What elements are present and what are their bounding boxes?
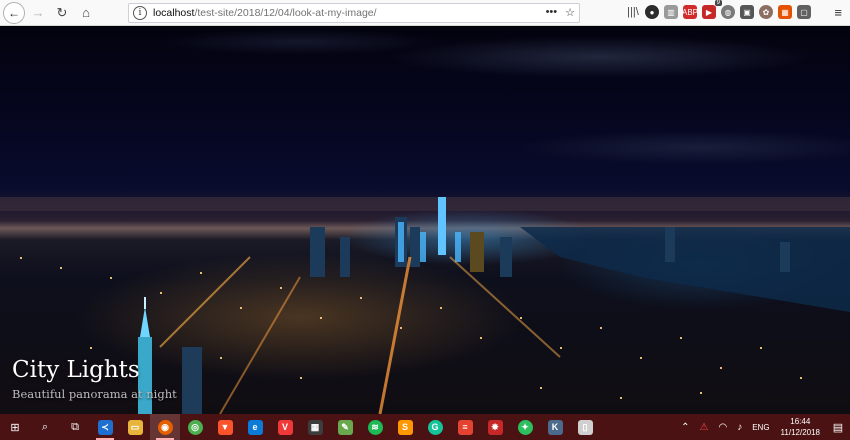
extension-badge-icon[interactable]: ▶ 9 xyxy=(702,0,722,19)
start-button[interactable]: ⊞ xyxy=(0,414,30,440)
extension-frame-icon[interactable]: ▢ xyxy=(797,5,811,19)
hamburger-menu-icon[interactable]: ≡ xyxy=(834,5,842,20)
extension-orange-icon[interactable]: ▦ xyxy=(778,5,792,19)
taskbar-app-edge[interactable]: e xyxy=(240,414,270,440)
taskbar-app-evernote[interactable]: ✦ xyxy=(510,414,540,440)
taskbar-app-k-app[interactable]: K xyxy=(540,414,570,440)
taskbar-app-file-explorer[interactable]: ▭ xyxy=(120,414,150,440)
site-info-icon[interactable]: i xyxy=(133,6,147,20)
volume-icon[interactable]: ♪ xyxy=(737,422,742,433)
notepad-icon: ✎ xyxy=(337,419,353,435)
extension-square-icon[interactable]: ▣ xyxy=(740,5,754,19)
extension-leaf-icon[interactable]: ✿ xyxy=(759,5,773,19)
page-actions-icon[interactable]: ••• xyxy=(546,6,558,19)
system-tray: ⌃ ⚠ ◠ ♪ ENG 16:44 11/12/2018 ▤ xyxy=(676,414,850,440)
vscode-icon: ≺ xyxy=(97,419,113,435)
ladybug-icon: ✸ xyxy=(487,419,503,435)
pinned-apps: ≺ ▭ ◉ ◎ ▼ e V ▦ ✎ ≋ S G ≡ ✸ ✦ K ▯ xyxy=(90,414,600,440)
browser-toolbar: ← → ↻ ⌂ i localhost/test-site/2018/12/04… xyxy=(0,0,850,26)
url-path: /test-site/2018/12/04/look-at-my-image/ xyxy=(194,7,377,19)
url-text[interactable]: localhost/test-site/2018/12/04/look-at-m… xyxy=(153,7,377,19)
back-arrow-icon: ← xyxy=(8,5,20,20)
windows-logo-icon: ⊞ xyxy=(10,421,20,434)
firefox-icon: ◉ xyxy=(157,419,173,435)
taskbar-app-document[interactable]: ▯ xyxy=(570,414,600,440)
acrobat-tray-icon[interactable]: ⚠ xyxy=(700,422,709,433)
task-view-icon: ⧉ xyxy=(71,420,79,433)
page-subtitle: Beautiful panorama at night xyxy=(12,387,177,401)
k-app-icon: K xyxy=(547,419,563,435)
wifi-icon[interactable]: ◠ xyxy=(718,422,727,433)
brave-icon: ▼ xyxy=(217,419,233,435)
reload-button[interactable]: ↻ xyxy=(51,2,73,24)
show-hidden-icons-chevron-icon[interactable]: ⌃ xyxy=(681,422,689,433)
home-icon: ⌂ xyxy=(82,5,90,20)
search-button[interactable]: ⌕ xyxy=(30,414,60,440)
extension-badge-count: 9 xyxy=(714,0,722,6)
taskbar-app-brave[interactable]: ▼ xyxy=(210,414,240,440)
adblock-plus-icon[interactable]: ABP xyxy=(682,5,698,19)
taskbar-app-todoist[interactable]: ≡ xyxy=(450,414,480,440)
taskbar-app-firefox[interactable]: ◉ xyxy=(150,414,180,440)
url-host: localhost xyxy=(153,7,195,19)
back-button[interactable]: ← xyxy=(3,1,25,24)
clock-date: 11/12/2018 xyxy=(780,428,820,437)
task-view-button[interactable]: ⧉ xyxy=(60,414,90,440)
url-actions: ••• ☆ xyxy=(546,6,575,19)
language-indicator[interactable]: ENG xyxy=(752,423,769,432)
extension-gray-icon[interactable]: ◍ xyxy=(721,5,735,19)
todoist-icon: ≡ xyxy=(457,419,473,435)
file-explorer-icon: ▭ xyxy=(127,419,143,435)
vivaldi-icon: V xyxy=(277,419,293,435)
taskbar-app-sublime[interactable]: S xyxy=(390,414,420,440)
taskbar-app-vivaldi[interactable]: V xyxy=(270,414,300,440)
clock[interactable]: 16:44 11/12/2018 xyxy=(781,416,820,438)
taskbar-app-calculator[interactable]: ▦ xyxy=(300,414,330,440)
windows-taskbar: ⊞ ⌕ ⧉ ≺ ▭ ◉ ◎ ▼ e V ▦ ✎ ≋ S G ≡ ✸ ✦ K ▯ ⌃ ⚠ ◠ ♪ ENG 16:4… xyxy=(0,414,850,440)
hero-image: City Lights Beautiful panorama at night xyxy=(0,27,850,414)
address-bar[interactable]: i localhost/test-site/2018/12/04/look-at… xyxy=(128,3,580,23)
forward-button[interactable]: → xyxy=(27,2,49,24)
clock-time: 16:44 xyxy=(790,417,811,426)
edge-icon: e xyxy=(247,419,263,435)
calculator-icon: ▦ xyxy=(307,419,323,435)
spotify-icon: ≋ xyxy=(367,419,383,435)
taskbar-app-chrome[interactable]: ◎ xyxy=(180,414,210,440)
taskbar-app-ladybug[interactable]: ✸ xyxy=(480,414,510,440)
extension-dark-icon[interactable]: ● xyxy=(645,5,659,19)
action-center-icon[interactable]: ▤ xyxy=(826,414,850,440)
taskbar-app-notepad[interactable]: ✎ xyxy=(330,414,360,440)
taskbar-app-spotify[interactable]: ≋ xyxy=(360,414,390,440)
search-icon: ⌕ xyxy=(41,420,49,433)
chrome-icon: ◎ xyxy=(187,419,203,435)
grammarly-icon: G xyxy=(427,419,443,435)
bookmark-star-icon[interactable]: ☆ xyxy=(565,6,575,19)
taskbar-app-vscode[interactable]: ≺ xyxy=(90,414,120,440)
forward-arrow-icon: → xyxy=(31,5,45,20)
reader-view-icon[interactable]: ▥ xyxy=(664,5,678,19)
reload-icon: ↻ xyxy=(56,4,68,20)
page-title: City Lights xyxy=(12,357,140,383)
night-sky xyxy=(0,27,850,197)
evernote-icon: ✦ xyxy=(517,419,533,435)
sublime-icon: S xyxy=(397,419,413,435)
library-icon[interactable]: |||\ xyxy=(626,5,640,19)
taskbar-app-grammarly[interactable]: G xyxy=(420,414,450,440)
toolbar-extensions: |||\ ● ▥ ABP ▶ 9 ◍ ▣ ✿ ▦ ▢ xyxy=(626,0,811,19)
home-button[interactable]: ⌂ xyxy=(75,2,97,24)
document-icon: ▯ xyxy=(577,419,593,435)
